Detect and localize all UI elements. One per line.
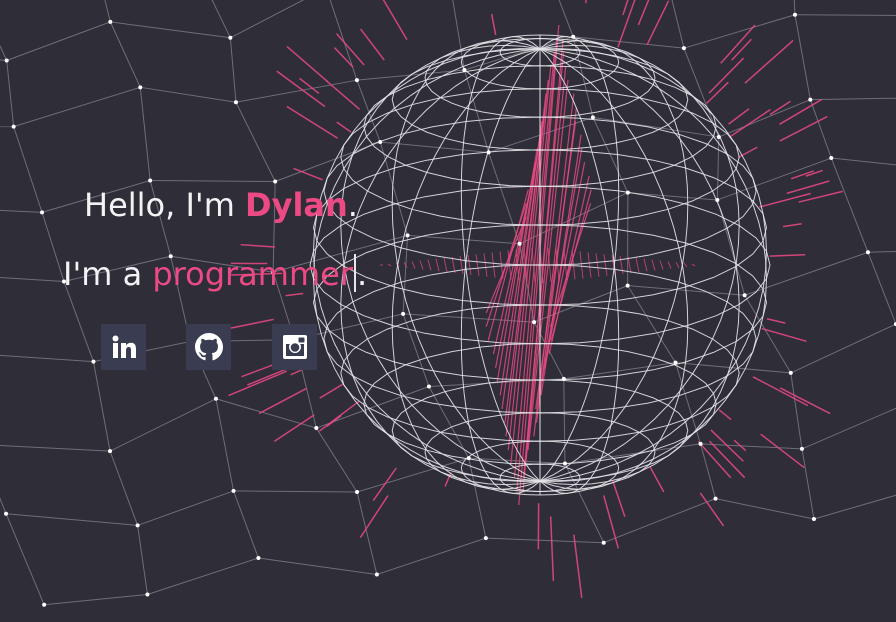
role-suffix: . [356,255,368,293]
typing-cursor [353,254,356,292]
hero-section: Hello, I'm Dylan. I'm a programmer. [0,0,896,622]
instagram-button[interactable] [272,324,317,370]
github-button[interactable] [186,324,231,370]
greeting-suffix: . [347,186,358,224]
role-line: I'm a programmer. [63,254,367,293]
animated-background [0,0,896,607]
wireframe-sphere [309,34,771,496]
grid-mesh [0,0,896,606]
linkedin-icon [112,335,136,358]
github-icon [194,333,223,361]
role-prefix: I'm a [63,255,153,293]
linkedin-button[interactable] [101,324,146,370]
greeting-prefix: Hello, I'm [84,186,246,224]
role-highlight: programmer [152,255,353,293]
ray-burst [223,0,843,599]
instagram-icon [282,335,307,359]
name-highlight: Dylan [245,186,348,224]
greeting-heading: Hello, I'm Dylan. [84,186,358,224]
